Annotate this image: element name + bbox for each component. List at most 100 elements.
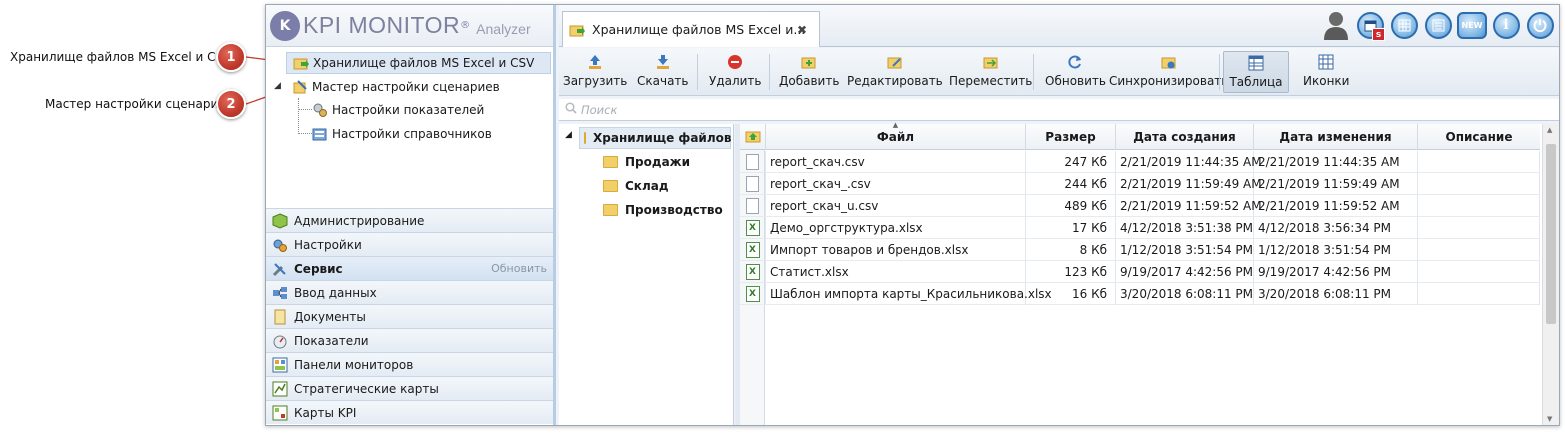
nav-item-settings[interactable]: Настройки xyxy=(266,232,553,256)
table-row[interactable]: report_скач_u.csv 489 Кб 2/21/2019 11:59:5… xyxy=(740,195,1540,217)
search-input[interactable]: Поиск xyxy=(581,103,617,117)
table-row[interactable]: X Импорт товаров и брендов.xlsx 8 Кб 1/12/2… xyxy=(740,239,1540,261)
upload-button[interactable]: Загрузить xyxy=(563,51,627,93)
new-button[interactable]: NEW xyxy=(1457,9,1487,41)
cell-created: 2/21/2019 11:59:49 AM xyxy=(1116,173,1262,195)
search-bar[interactable]: Поиск xyxy=(559,99,1559,121)
data-entry-icon xyxy=(272,285,288,301)
cell-size: 489 Кб xyxy=(1026,195,1116,217)
vertical-scrollbar[interactable]: ▲ ▼ xyxy=(1542,124,1559,425)
tree-item-label: Мастер настройки сценариев xyxy=(312,80,500,94)
table-view-label: Таблица xyxy=(1229,75,1283,89)
cell-modified: 2/21/2019 11:59:52 AM xyxy=(1254,195,1418,217)
table-row[interactable]: X Статист.xlsx 123 Кб 9/19/2017 4:42:56 PM 9… xyxy=(740,261,1540,283)
add-folder-icon xyxy=(801,54,817,70)
add-button[interactable]: Добавить xyxy=(779,51,839,93)
cell-size: 8 Кб xyxy=(1026,239,1116,261)
tree-item-scenario-wizard[interactable]: Мастер настройки сценариев xyxy=(292,76,500,98)
info-icon: i xyxy=(1492,11,1520,39)
table-view-button[interactable]: Таблица xyxy=(1223,51,1289,93)
up-folder-button[interactable] xyxy=(740,124,766,150)
folder-icon xyxy=(603,156,618,168)
add-label: Добавить xyxy=(779,74,840,88)
folder-item-sales[interactable]: Продажи xyxy=(603,151,690,173)
cell-file: report_скач.csv xyxy=(766,151,1026,173)
move-folder-icon xyxy=(983,54,999,70)
top-icons: s NEW i xyxy=(1317,9,1555,41)
tree-item-directory-settings[interactable]: Настройки справочников xyxy=(312,123,492,145)
edit-folder-icon xyxy=(887,54,903,70)
info-button[interactable]: i xyxy=(1491,9,1521,41)
user-avatar[interactable] xyxy=(1321,9,1351,41)
column-label: Дата изменения xyxy=(1279,130,1392,144)
cell-desc xyxy=(1418,239,1540,261)
folder-label: Продажи xyxy=(625,155,691,169)
cell-created: 3/20/2018 6:08:11 PM xyxy=(1116,283,1254,305)
column-modified[interactable]: Дата изменения xyxy=(1254,124,1418,150)
table-row[interactable]: X Шаблон импорта карты_Красильникова.xlsx… xyxy=(740,283,1540,305)
cell-file: report_скач_.csv xyxy=(766,173,1026,195)
edit-button[interactable]: Редактировать xyxy=(847,51,943,93)
cell-created: 1/12/2018 3:51:54 PM xyxy=(1116,239,1254,261)
sync-button[interactable]: Синхронизировать xyxy=(1109,51,1228,93)
table-row[interactable]: report_скач_.csv 244 Кб 2/21/2019 11:59:49… xyxy=(740,173,1540,195)
grid-button[interactable] xyxy=(1389,9,1419,41)
scroll-thumb[interactable] xyxy=(1546,144,1556,324)
tree-item-file-storage[interactable]: Хранилище файлов MS Excel и CSV xyxy=(286,52,551,74)
scroll-up-icon[interactable]: ▲ xyxy=(1547,126,1552,134)
refresh-button[interactable]: Обновить xyxy=(1045,51,1106,93)
column-description[interactable]: Описание xyxy=(1418,124,1540,150)
folder-tree: ◢ Хранилище файлов Продажи Склад Произво… xyxy=(559,124,734,425)
table-row[interactable]: X Демо_оргструктура.xlsx 17 Кб 4/12/2018 3:… xyxy=(740,217,1540,239)
nav-item-kpi-maps[interactable]: Карты KPI xyxy=(266,400,553,424)
move-button[interactable]: Переместить xyxy=(949,51,1032,93)
nav-item-service[interactable]: Сервис Обновить xyxy=(266,256,553,280)
close-icon[interactable]: ✖ xyxy=(797,23,807,37)
refresh-link[interactable]: Обновить xyxy=(491,262,547,275)
logo-brand: KPI MONITOR xyxy=(303,12,461,38)
tree-collapse-icon[interactable]: ◢ xyxy=(274,81,288,91)
tab-bar: Хранилище файлов MS Excel и... ✖ s NEW i xyxy=(559,5,1559,47)
wizard-icon xyxy=(292,79,308,95)
tools-icon xyxy=(272,261,288,277)
nav-item-indicators[interactable]: Показатели xyxy=(266,328,553,352)
column-label: Дата создания xyxy=(1133,130,1236,144)
column-file[interactable]: Файл ▲ xyxy=(766,121,1026,150)
cell-desc xyxy=(1418,217,1540,239)
scroll-down-icon[interactable]: ▼ xyxy=(1547,415,1552,423)
delete-label: Удалить xyxy=(709,74,762,88)
folder-root[interactable]: Хранилище файлов xyxy=(579,127,731,149)
folder-item-warehouse[interactable]: Склад xyxy=(603,175,669,197)
nav-item-strategy-maps[interactable]: Стратегические карты xyxy=(266,376,553,400)
power-button[interactable] xyxy=(1525,9,1555,41)
cell-file: Шаблон импорта карты_Красильникова.xlsx xyxy=(766,283,1052,305)
nav-item-label: Настройки xyxy=(294,237,362,252)
column-label: Файл xyxy=(876,130,915,144)
column-created[interactable]: Дата создания xyxy=(1116,124,1254,150)
icons-view-button[interactable]: Иконки xyxy=(1303,51,1349,93)
column-size[interactable]: Размер xyxy=(1026,124,1116,150)
icons-grid-icon xyxy=(1318,54,1334,70)
nav-item-data-entry[interactable]: Ввод данных xyxy=(266,280,553,304)
list-button[interactable] xyxy=(1423,9,1453,41)
folder-collapse-icon[interactable]: ◢ xyxy=(565,130,572,140)
table-row[interactable]: report_скач.csv 247 Кб 2/21/2019 11:44:35 … xyxy=(740,151,1540,173)
nav-item-monitor-panels[interactable]: Панели мониторов xyxy=(266,352,553,376)
nav-item-administration[interactable]: Администрирование xyxy=(266,208,553,232)
cell-created: 4/12/2018 3:51:38 PM xyxy=(1116,217,1254,239)
delete-button[interactable]: Удалить xyxy=(709,51,762,93)
tree-item-indicator-settings[interactable]: Настройки показателей xyxy=(312,99,484,121)
tab-file-storage[interactable]: Хранилище файлов MS Excel и... ✖ xyxy=(562,11,820,47)
gears-icon xyxy=(312,102,328,118)
folder-item-production[interactable]: Производство xyxy=(603,199,723,221)
nav-item-documents[interactable]: Документы xyxy=(266,304,553,328)
gauge-icon xyxy=(272,333,288,349)
cell-created: 2/21/2019 11:44:35 AM xyxy=(1116,151,1262,173)
notifications-button[interactable]: s xyxy=(1355,9,1385,41)
download-button[interactable]: Скачать xyxy=(637,51,689,93)
sync-folder-icon xyxy=(1161,54,1177,70)
logo-mark-icon: K xyxy=(270,10,300,41)
cell-modified: 1/12/2018 3:51:54 PM xyxy=(1254,239,1418,261)
nav-item-label: Стратегические карты xyxy=(294,381,439,396)
callout-badge-2: 2 xyxy=(216,89,246,119)
